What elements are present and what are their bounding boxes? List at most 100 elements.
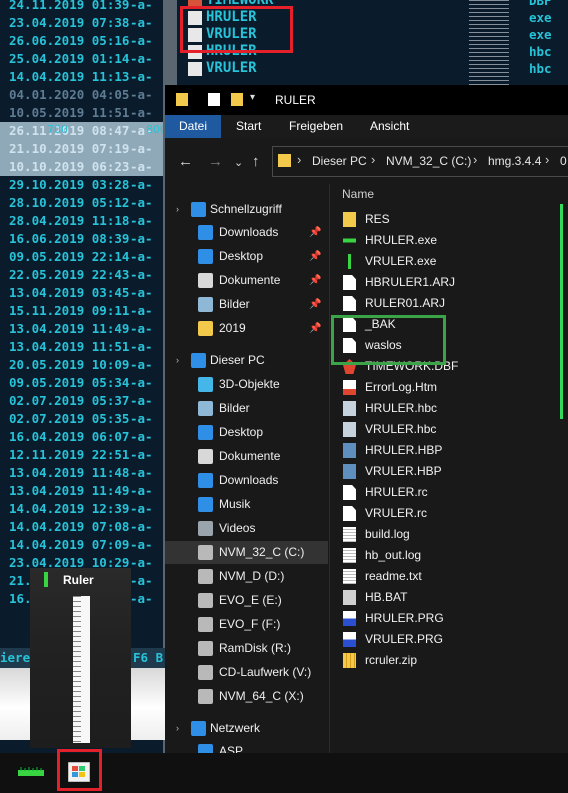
background-date-text: 09.05.2019 22:14 [9,249,130,264]
background-attr-text: -a- [130,87,153,102]
sidebar-item-evo-e-e[interactable]: EVO_E (E:) [165,589,328,612]
file-name: VRULER.exe [365,254,437,268]
pin-icon[interactable]: 📌 [309,221,321,244]
chevron-right-icon[interactable]: › [176,349,179,372]
chevron-right-icon[interactable]: › [176,717,179,740]
tab-start[interactable]: Start [236,115,261,138]
sidebar-item-3d-objekte[interactable]: 3D-Objekte [165,373,328,396]
forward-arrow-icon[interactable]: → [208,153,223,170]
sidebar-item-dokumente[interactable]: Dokumente [165,445,328,468]
background-date-text: 02.07.2019 05:37 [9,393,130,408]
sidebar-item-videos[interactable]: Videos [165,517,328,540]
nav-section-label: Schnellzugriff [210,202,282,216]
folder-icon [343,212,356,227]
background-date-row: 09.05.2019 22:14 -a- [0,248,170,266]
background-attr-text: -a- [130,483,153,498]
pin-icon[interactable]: 📌 [309,317,321,340]
background-attr-text: -a- [130,447,153,462]
file-name: HRULER.rc [365,485,428,499]
customize-toolbar-icon[interactable]: ▾ [250,92,255,103]
sidebar-item-bilder[interactable]: Bilder 📌 [165,293,328,316]
batch-file-icon [343,590,356,605]
taskbar [0,749,568,793]
breadcrumb-subfolder[interactable]: 0 [560,154,567,168]
background-attr-text: -a- [130,321,153,336]
back-arrow-icon[interactable]: ← [178,153,193,170]
nav-section-this_pc_label[interactable]: › Dieser PC [165,349,328,372]
sidebar-item-bilder[interactable]: Bilder [165,397,328,420]
background-date-text: 13.04.2019 11:49 [9,321,130,336]
ruler-taskbar-preview[interactable]: Ruler [30,568,131,748]
ribbon-tabs: Datei Start Freigeben Ansicht [165,115,568,138]
pin-icon[interactable]: 📌 [309,293,321,316]
sidebar-item-downloads[interactable]: Downloads [165,469,328,492]
background-attr-text: -a- [130,69,153,84]
recent-locations-chevron-icon[interactable]: ⌄ [234,156,243,169]
file-name: HRULER.PRG [365,611,444,625]
sidebar-item-musik[interactable]: Musik [165,493,328,516]
sidebar-item-label: Desktop [219,249,264,263]
nav-section-quick_access_label[interactable]: › Schnellzugriff [165,198,328,221]
pin-icon[interactable]: 📌 [309,269,321,292]
sidebar-item-label: Downloads [219,225,279,239]
background-attr-text: -a- [130,591,153,606]
sidebar-item-evo-f-f[interactable]: EVO_F (F:) [165,613,328,636]
sidebar-item-cd-laufwerk-v[interactable]: CD-Laufwerk (V:) [165,661,328,684]
download-arrow-icon [198,225,213,240]
column-header-name[interactable]: Name [331,184,568,204]
background-attr-text: -a- [130,231,153,246]
background-date-text: 29.10.2019 03:28 [9,177,130,192]
red-highlight-box [180,6,293,53]
scrollbar-thumb[interactable] [560,204,563,419]
sidebar-item-desktop[interactable]: Desktop 📌 [165,245,328,268]
background-date-text: 13.04.2019 11:49 [9,483,130,498]
sidebar-item-nvm-d-d[interactable]: NVM_D (D:) [165,565,328,588]
drive-icon [198,689,213,704]
sidebar-item-label: CD-Laufwerk (V:) [219,665,312,679]
ruler-preview-title: Ruler [63,573,94,587]
drive-icon [198,593,213,608]
vruler-app-icon [44,572,48,587]
background-date-text: 24.11.2019 01:39 [9,0,130,12]
background-date-text: 16.04.2019 06:07 [9,429,130,444]
windows-app-taskbar-icon[interactable] [68,762,90,782]
sidebar-item-desktop[interactable]: Desktop [165,421,328,444]
hruler-taskbar-icon[interactable] [18,767,44,777]
background-attr-text: -a- [130,267,153,282]
pin-icon[interactable]: 📌 [309,245,321,268]
ruler-preview-thumbnail[interactable] [73,596,90,743]
breadcrumb-dieser-pc[interactable]: Dieser PC [312,154,367,168]
properties-icon[interactable] [208,93,220,106]
ruler-mark: 700 [47,123,68,136]
vertical-scrollbar[interactable] [560,184,568,753]
background-date-row: 14.04.2019 07:09 -a- [0,536,170,554]
background-date-text: 25.04.2019 01:14 [9,51,130,66]
horizontal-ruler-overlay: 700 800 [0,120,170,170]
file-name: rcruler.zip [365,653,418,667]
music-note-icon [198,497,213,512]
chevron-right-icon[interactable]: › [176,198,179,221]
breadcrumb-drive-c[interactable]: NVM_32_C (C:) [386,154,471,168]
background-attr-text: -a- [130,285,153,300]
background-date-row: 26.06.2019 05:16 -a- [0,32,170,50]
sidebar-item-ramdisk-r[interactable]: RamDisk (R:) [165,637,328,660]
nav-section-network_label[interactable]: › Netzwerk [165,717,328,740]
up-arrow-icon[interactable]: ↑ [252,153,260,170]
sidebar-item-nvm-64-c-x[interactable]: NVM_64_C (X:) [165,685,328,708]
tab-ansicht[interactable]: Ansicht [370,115,409,138]
background-date-row: 13.04.2019 03:45 -a- [0,284,170,302]
file-name: HRULER.hbc [365,401,438,415]
pane-splitter[interactable] [329,184,330,753]
sidebar-item-nvm-32-c-c[interactable]: NVM_32_C (C:) [165,541,328,564]
breadcrumb-hmg[interactable]: hmg.3.4.4 [488,154,541,168]
tab-datei[interactable]: Datei [165,115,222,138]
tab-freigeben[interactable]: Freigeben [289,115,343,138]
prg-file-icon [343,611,356,626]
new-folder-icon[interactable] [231,93,243,106]
address-bar[interactable]: › Dieser PC › NVM_32_C (C:) › hmg.3.4.4 … [272,146,568,177]
pictures-icon [198,297,213,312]
sidebar-item-dokumente[interactable]: Dokumente 📌 [165,269,328,292]
sidebar-item-downloads[interactable]: Downloads 📌 [165,221,328,244]
sidebar-item-2019[interactable]: 2019 📌 [165,317,328,340]
hbp-file-icon [343,464,356,479]
